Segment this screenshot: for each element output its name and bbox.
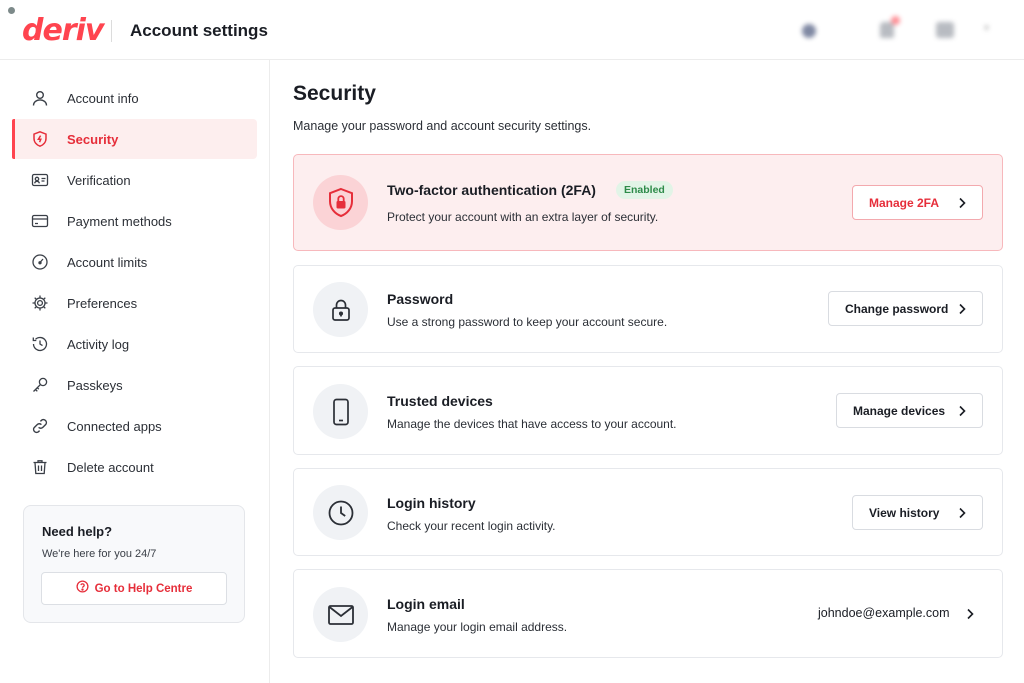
sidebar-item-account-limits[interactable]: Account limits [12,242,257,282]
sidebar-item-preferences[interactable]: Preferences [12,283,257,323]
button-label: View history [869,505,940,520]
view-history-button[interactable]: View history [852,495,983,530]
shield-icon [30,129,50,149]
sidebar-item-passkeys[interactable]: Passkeys [12,365,257,405]
id-card-icon [30,170,50,190]
two-factor-card: Two-factor authentication (2FA) Enabled … [293,154,1003,251]
card-title: Trusted devices [387,393,493,409]
chevron-right-icon[interactable] [966,607,974,625]
gear-icon [30,293,50,313]
sidebar-item-label: Account info [67,90,139,106]
sidebar-item-label: Security [67,131,119,147]
sidebar-item-label: Connected apps [67,418,162,434]
user-icon [30,88,50,108]
button-label: Manage 2FA [869,195,940,210]
help-card: Need help? We're here for you 24/7 Go to… [23,505,245,623]
sidebar-item-label: Preferences [67,295,138,311]
trusted-devices-card: Trusted devices Manage the devices that … [293,366,1003,455]
lock-icon [313,282,368,337]
sidebar-item-label: Payment methods [67,213,172,229]
clock-icon [313,485,368,540]
sidebar-item-label: Verification [67,172,131,188]
sidebar: Account info Security Verification Payme… [0,60,270,683]
page-title: Security [293,82,376,105]
chevron-right-icon [958,405,966,417]
login-email-value: johndoe@example.com [818,606,950,620]
sidebar-item-connected-apps[interactable]: Connected apps [12,406,257,446]
sidebar-item-label: Passkeys [67,377,123,393]
login-email-card[interactable]: Login email Manage your login email addr… [293,569,1003,658]
phone-icon [313,384,368,439]
card-description: Use a strong password to keep your accou… [387,315,668,329]
sidebar-item-security[interactable]: Security [12,119,257,159]
gauge-icon [30,252,50,272]
notification-badge [891,16,900,25]
help-centre-button-label: Go to Help Centre [94,582,193,595]
shield-lock-icon [313,175,368,230]
sidebar-item-delete-account[interactable]: Delete account [12,447,257,487]
change-password-button[interactable]: Change password [828,291,983,326]
chevron-right-icon [958,507,966,519]
card-description: Manage your login email address. [387,620,568,634]
status-badge: Enabled [616,181,673,199]
page-header-title: Account settings [130,21,268,40]
manage-2fa-button[interactable]: Manage 2FA [852,185,983,220]
notification-bell-icon[interactable] [880,22,894,38]
chevron-right-icon [958,303,966,315]
header-actions: ▾ [788,0,1024,60]
sidebar-item-account-info[interactable]: Account info [12,78,257,118]
help-subtitle: We're here for you 24/7 [42,548,157,560]
button-label: Manage devices [853,403,946,418]
language-flag-icon[interactable] [802,24,816,38]
login-history-card: Login history Check your recent login ac… [293,468,1003,556]
help-circle-icon [76,579,89,598]
sidebar-item-payment-methods[interactable]: Payment methods [12,201,257,241]
deriv-logo[interactable]: deriv [22,13,104,48]
link-icon [30,416,50,436]
status-dot [8,7,15,14]
sidebar-item-verification[interactable]: Verification [12,160,257,200]
card-title: Two-factor authentication (2FA) [387,182,596,198]
card-title: Password [387,291,454,307]
help-title: Need help? [42,524,113,539]
card-icon [30,211,50,231]
key-icon [30,375,50,395]
card-description: Manage the devices that have access to y… [387,417,677,431]
main-content: Security Manage your password and accoun… [293,60,1003,683]
card-description: Check your recent login activity. [387,519,556,533]
sidebar-item-label: Activity log [67,336,130,352]
password-card: Password Use a strong password to keep y… [293,265,1003,353]
manage-devices-button[interactable]: Manage devices [836,393,983,428]
page-subtitle: Manage your password and account securit… [293,119,592,133]
trash-icon [30,457,50,477]
top-header: deriv Account settings ▾ [0,0,1024,60]
chevron-down-icon[interactable]: ▾ [984,23,989,34]
chevron-right-icon [958,197,966,209]
card-title: Login email [387,596,465,612]
header-divider [111,20,112,42]
card-description: Protect your account with an extra layer… [387,210,659,224]
sidebar-item-label: Account limits [67,254,148,270]
card-title: Login history [387,495,476,511]
help-centre-button[interactable]: Go to Help Centre [41,572,227,605]
sidebar-item-label: Delete account [67,459,154,475]
mail-icon [313,587,368,642]
history-icon [30,334,50,354]
button-label: Change password [845,301,949,316]
account-menu-icon[interactable] [936,22,954,38]
sidebar-item-activity-log[interactable]: Activity log [12,324,257,364]
